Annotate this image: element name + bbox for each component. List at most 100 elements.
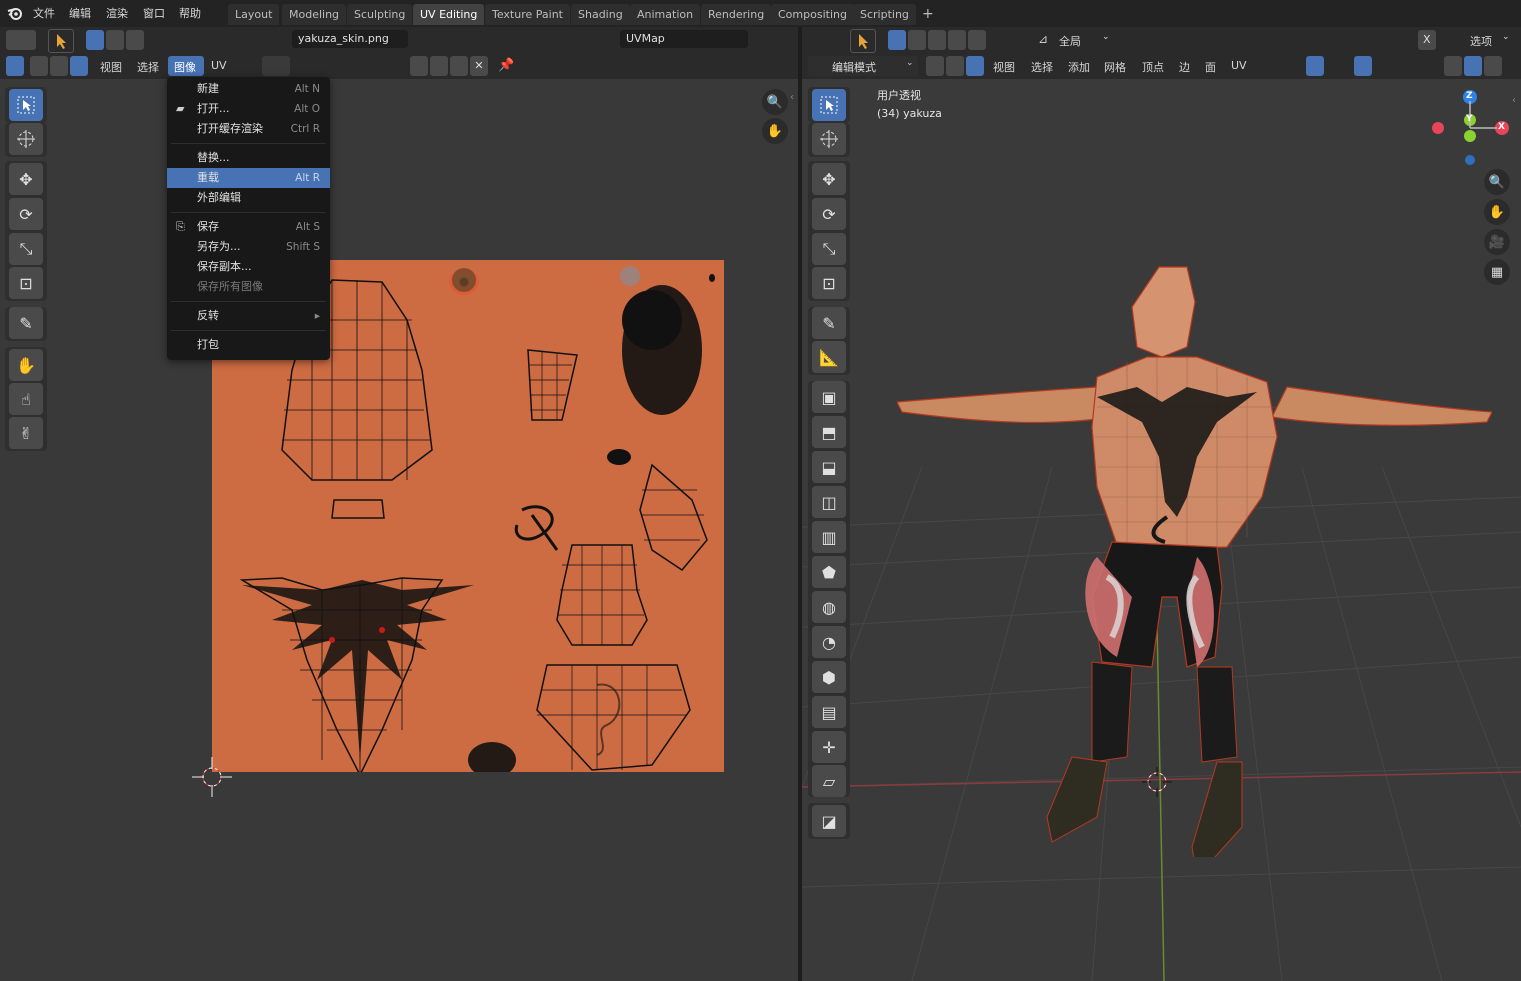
viewport-menu-mesh[interactable]: 网格 xyxy=(1104,59,1126,75)
grab-tool-icon[interactable]: ✋ xyxy=(9,349,43,381)
knife-tool-icon[interactable]: ⬟ xyxy=(812,556,846,588)
shrink-fatten-tool-icon[interactable]: ✛ xyxy=(812,731,846,763)
shading-wireframe-icon[interactable] xyxy=(1424,56,1442,76)
add-workspace-button[interactable]: + xyxy=(915,4,941,25)
viewport-menu-add[interactable]: 添加 xyxy=(1068,59,1090,75)
move-tool-icon[interactable]: ✥ xyxy=(812,163,846,195)
transform-orientation-dropdown[interactable]: 全局 xyxy=(1059,33,1081,49)
options-dropdown[interactable]: 选项 xyxy=(1470,33,1492,49)
menu-item-edit-externally[interactable]: 外部编辑 xyxy=(167,188,330,208)
viewport-menu-view[interactable]: 视图 xyxy=(993,59,1015,75)
editor-type-button[interactable] xyxy=(808,30,838,50)
cursor-tool-icon[interactable] xyxy=(9,123,43,155)
transform-tool-icon[interactable]: ⊡ xyxy=(9,267,43,299)
annotate-tool-icon[interactable]: ✎ xyxy=(9,307,43,339)
uv-menu-view[interactable]: 视图 xyxy=(100,59,122,75)
menu-item-reload[interactable]: 重载 Alt R xyxy=(167,168,330,188)
visibility-eye-icon[interactable] xyxy=(1270,56,1300,76)
uv-menu-select[interactable]: 选择 xyxy=(137,59,159,75)
edge-select-icon[interactable] xyxy=(946,56,964,76)
uv-sync-select-icon[interactable] xyxy=(6,56,24,76)
poly-build-tool-icon[interactable]: ◍ xyxy=(812,591,846,623)
camera-view-icon[interactable]: 🎥 xyxy=(1484,229,1510,255)
yakuza-character-model[interactable] xyxy=(897,257,1492,857)
sidebar-toggle-icon[interactable]: ‹ xyxy=(1512,95,1516,106)
snap-icon[interactable] xyxy=(1158,30,1204,50)
menu-item-pack[interactable]: 打包 xyxy=(167,335,330,355)
image-browse-icon[interactable] xyxy=(262,56,290,76)
tab-animation[interactable]: Animation xyxy=(630,4,701,25)
select-invert-icon[interactable] xyxy=(948,30,966,50)
select-intersect-icon[interactable] xyxy=(968,30,986,50)
mode-dropdown[interactable]: 编辑模式 ⌄ xyxy=(808,56,918,76)
tab-layout[interactable]: Layout xyxy=(228,4,280,25)
menu-window[interactable]: 窗口 xyxy=(143,5,165,21)
overlay-toggle-icon[interactable] xyxy=(1354,56,1372,76)
menu-render[interactable]: 渲染 xyxy=(106,5,128,21)
select-extend-icon[interactable] xyxy=(106,30,124,50)
select-tool-icon[interactable] xyxy=(9,89,43,121)
menu-file[interactable]: 文件 xyxy=(33,5,55,21)
zoom-icon[interactable]: 🔍 xyxy=(1484,169,1510,195)
shading-rendered-icon[interactable] xyxy=(1484,56,1502,76)
proportional-edit-icon[interactable] xyxy=(410,30,460,50)
extrude-tool-icon[interactable]: ⬒ xyxy=(812,416,846,448)
proportional-edit-icon[interactable] xyxy=(1214,30,1264,50)
menu-item-save[interactable]: ⎘ 保存 Alt S xyxy=(167,217,330,237)
bevel-tool-icon[interactable]: ◫ xyxy=(812,486,846,518)
viewport-menu-edge[interactable]: 边 xyxy=(1179,59,1190,75)
scale-tool-icon[interactable]: ⤡ xyxy=(812,233,846,265)
zoom-icon[interactable]: 🔍 xyxy=(762,89,788,115)
select-subtract-icon[interactable] xyxy=(126,30,144,50)
select-cursor-icon[interactable] xyxy=(48,29,74,53)
smooth-tool-icon[interactable]: ⬢ xyxy=(812,661,846,693)
display-channels-icon[interactable] xyxy=(762,56,790,76)
face-select-icon[interactable] xyxy=(70,56,88,76)
pinch-tool-icon[interactable]: ✌ xyxy=(9,417,43,449)
tab-scripting[interactable]: Scripting xyxy=(853,4,916,25)
uv-menu-uv[interactable]: UV xyxy=(211,59,227,72)
select-box-mode-icon[interactable] xyxy=(888,30,906,50)
shading-solid-icon[interactable] xyxy=(1444,56,1462,76)
blender-logo-icon[interactable] xyxy=(6,4,24,22)
select-tool-icon[interactable] xyxy=(812,89,846,121)
tab-compositing[interactable]: Compositing xyxy=(771,4,854,25)
select-subtract-icon[interactable] xyxy=(928,30,946,50)
rotate-tool-icon[interactable]: ⟳ xyxy=(812,198,846,230)
image-name-field[interactable]: yakuza_skin.png xyxy=(292,30,408,48)
viewport-menu-vertex[interactable]: 顶点 xyxy=(1142,59,1164,75)
menu-help[interactable]: 帮助 xyxy=(179,5,201,21)
rotate-tool-icon[interactable]: ⟳ xyxy=(9,198,43,230)
tab-shading[interactable]: Shading xyxy=(571,4,630,25)
spin-tool-icon[interactable]: ◔ xyxy=(812,626,846,658)
menu-item-save-as[interactable]: 另存为... Shift S xyxy=(167,237,330,257)
pivot-point-icon[interactable] xyxy=(1122,30,1152,50)
tab-rendering[interactable]: Rendering xyxy=(701,4,772,25)
shear-tool-icon[interactable]: ▱ xyxy=(812,765,846,797)
select-cursor-icon[interactable] xyxy=(850,29,876,53)
select-box-mode-icon[interactable] xyxy=(86,30,104,50)
sidebar-toggle-icon[interactable]: ‹ xyxy=(790,92,794,103)
vertex-select-icon[interactable] xyxy=(926,56,944,76)
menu-item-invert[interactable]: 反转 ▸ xyxy=(167,306,330,326)
cursor-tool-icon[interactable] xyxy=(812,123,846,155)
rip-region-tool-icon[interactable]: ◪ xyxy=(812,805,846,837)
uv-menu-image-active[interactable]: 图像 xyxy=(168,56,204,76)
new-image-icon[interactable] xyxy=(430,56,448,76)
auto-merge-icon[interactable] xyxy=(1442,30,1460,50)
shading-material-icon[interactable] xyxy=(1464,56,1482,76)
menu-item-open[interactable]: ▰ 打开... Alt O xyxy=(167,99,330,119)
annotate-tool-icon[interactable]: ✎ xyxy=(812,307,846,339)
loop-cut-tool-icon[interactable]: ▥ xyxy=(812,521,846,553)
fake-user-shield-icon[interactable] xyxy=(410,56,428,76)
edge-select-icon[interactable] xyxy=(50,56,68,76)
editor-type-button[interactable] xyxy=(6,30,36,50)
open-folder-icon[interactable] xyxy=(450,56,468,76)
mirror-icon[interactable] xyxy=(1398,30,1416,50)
edge-slide-tool-icon[interactable]: ▤ xyxy=(812,696,846,728)
menu-item-save-copy[interactable]: 保存副本... xyxy=(167,257,330,277)
tab-modeling[interactable]: Modeling xyxy=(282,4,347,25)
menu-item-replace[interactable]: 替换... xyxy=(167,148,330,168)
transform-tool-icon[interactable]: ⊡ xyxy=(812,267,846,299)
x-mirror-toggle[interactable]: X xyxy=(1418,30,1436,50)
